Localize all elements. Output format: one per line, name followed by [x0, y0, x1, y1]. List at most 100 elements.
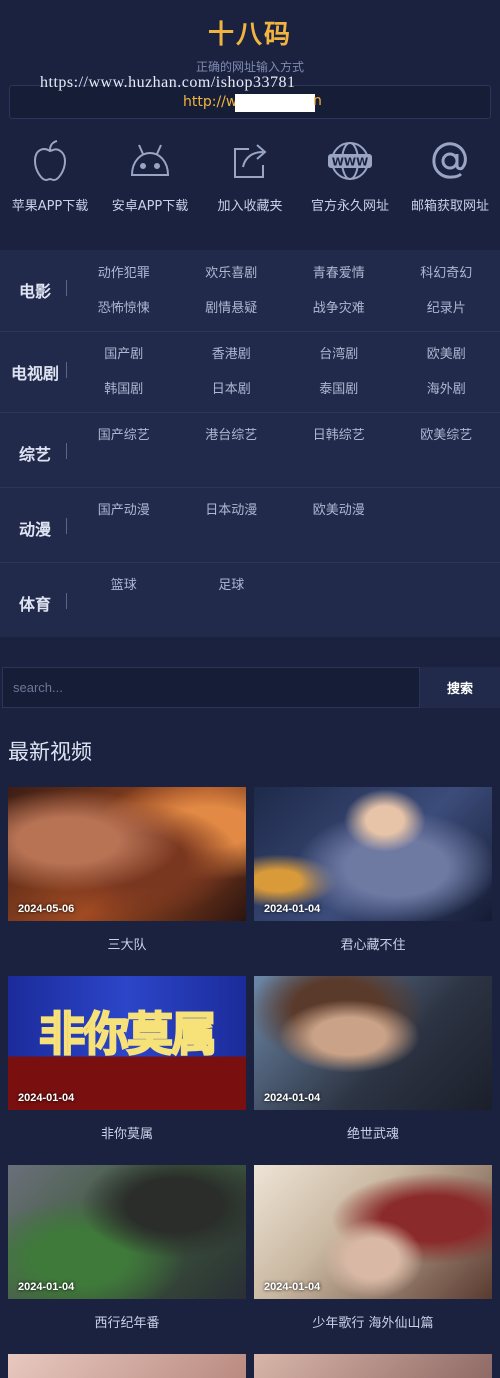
category-name[interactable]: 电视剧: [0, 360, 70, 384]
category-name[interactable]: 综艺: [0, 441, 70, 465]
video-card[interactable]: [8, 1354, 246, 1378]
section-title: 最新视频: [8, 740, 92, 764]
category-link[interactable]: 泰国剧: [285, 372, 393, 407]
category-items: 国产综艺 港台综艺 日韩综艺 欧美综艺: [70, 418, 500, 453]
category-row-movie: 电影 动作犯罪 欢乐喜剧 青春爱情 科幻奇幻 恐怖惊悚 剧情悬疑 战争灾难 纪录…: [0, 250, 500, 332]
video-card[interactable]: 2024-05-06 三大队: [8, 787, 246, 953]
video-date: 2024-01-04: [264, 903, 321, 915]
shortcut-label: 安卓APP下载: [111, 199, 189, 214]
category-row-variety: 综艺 国产综艺 港台综艺 日韩综艺 欧美综艺: [0, 413, 500, 488]
video-card[interactable]: 2024-01-04 少年歌行 海外仙山篇: [254, 1165, 492, 1331]
watermark: https://www.huzhan.com/ishop33781: [40, 74, 296, 91]
category-panel: 电影 动作犯罪 欢乐喜剧 青春爱情 科幻奇幻 恐怖惊悚 剧情悬疑 战争灾难 纪录…: [0, 250, 500, 637]
video-thumbnail[interactable]: 非你莫属 2024-01-04: [8, 976, 246, 1110]
category-name[interactable]: 动漫: [0, 516, 70, 540]
category-link[interactable]: 青春爱情: [285, 256, 393, 291]
category-link[interactable]: 欧美剧: [393, 337, 500, 372]
category-link[interactable]: 台湾剧: [285, 337, 393, 372]
shortcut-bookmark[interactable]: 加入收藏夹: [200, 135, 300, 225]
video-thumbnail[interactable]: [8, 1354, 246, 1378]
video-thumbnail[interactable]: 2024-05-06: [8, 787, 246, 921]
video-title[interactable]: 西行纪年番: [8, 1312, 246, 1331]
category-name[interactable]: 体育: [0, 591, 70, 615]
video-card[interactable]: 2024-01-04 西行纪年番: [8, 1165, 246, 1331]
url-redaction: [235, 94, 315, 112]
header: 十八码 正确的网址输入方式 http://w n https://www.huz…: [0, 0, 500, 125]
divider: [66, 518, 67, 534]
video-card[interactable]: 2024-01-04 君心藏不住: [254, 787, 492, 953]
category-link[interactable]: 日本剧: [178, 372, 286, 407]
shortcut-apple-download[interactable]: 苹果APP下载: [0, 135, 100, 225]
www-globe-icon: WWW: [300, 135, 400, 187]
category-items: 篮球 足球: [70, 568, 500, 603]
category-link[interactable]: 足球: [178, 568, 286, 603]
category-items: 国产动漫 日本动漫 欧美动漫: [70, 493, 500, 528]
video-card[interactable]: [254, 1354, 492, 1378]
category-link[interactable]: 动作犯罪: [70, 256, 178, 291]
divider: [66, 443, 67, 459]
poster-lettering: 非你莫属: [38, 1006, 218, 1062]
category-link[interactable]: 海外剧: [393, 372, 500, 407]
video-title[interactable]: 非你莫属: [8, 1123, 246, 1142]
category-link[interactable]: 纪录片: [393, 291, 500, 326]
video-thumbnail[interactable]: 2024-01-04: [254, 1165, 492, 1299]
url-text[interactable]: http://w: [183, 94, 237, 110]
svg-text:WWW: WWW: [332, 156, 368, 169]
video-thumbnail[interactable]: [254, 1354, 492, 1378]
shortcut-official-url[interactable]: WWW 官方永久网址: [300, 135, 400, 225]
video-title[interactable]: 绝世武魂: [254, 1123, 492, 1142]
site-title[interactable]: 十八码: [0, 14, 500, 51]
video-thumbnail[interactable]: 2024-01-04: [254, 976, 492, 1110]
category-row-tv: 电视剧 国产剧 香港剧 台湾剧 欧美剧 韩国剧 日本剧 泰国剧 海外剧: [0, 332, 500, 413]
video-card[interactable]: 非你莫属 2024-01-04 非你莫属: [8, 976, 246, 1142]
android-icon: [100, 135, 200, 187]
shortcut-bar: 苹果APP下载 安卓APP下载 加入收藏夹 WWW 官方永久网址 邮箱获取网址: [0, 135, 500, 225]
divider: [66, 362, 67, 378]
shortcut-label: 苹果APP下载: [11, 199, 89, 214]
category-link[interactable]: 香港剧: [178, 337, 286, 372]
category-name[interactable]: 电影: [0, 278, 70, 302]
shortcut-android-download[interactable]: 安卓APP下载: [100, 135, 200, 225]
search-button[interactable]: 搜索: [420, 667, 500, 708]
video-title[interactable]: 三大队: [8, 934, 246, 953]
category-link[interactable]: 国产动漫: [70, 493, 178, 528]
category-link[interactable]: 国产剧: [70, 337, 178, 372]
video-date: 2024-01-04: [264, 1281, 321, 1293]
category-row-anime: 动漫 国产动漫 日本动漫 欧美动漫: [0, 488, 500, 563]
at-icon: [400, 135, 500, 187]
shortcut-label: 官方永久网址: [310, 199, 389, 214]
video-date: 2024-05-06: [18, 903, 75, 915]
video-date: 2024-01-04: [264, 1092, 321, 1104]
category-link[interactable]: 篮球: [70, 568, 178, 603]
search-input[interactable]: [2, 667, 420, 708]
share-icon: [200, 135, 300, 187]
video-title[interactable]: 少年歌行 海外仙山篇: [254, 1312, 492, 1331]
category-link[interactable]: 日韩综艺: [285, 418, 393, 453]
video-thumbnail[interactable]: 2024-01-04: [254, 787, 492, 921]
category-link[interactable]: 科幻奇幻: [393, 256, 500, 291]
category-link[interactable]: 港台综艺: [178, 418, 286, 453]
video-card[interactable]: 2024-01-04 绝世武魂: [254, 976, 492, 1142]
category-link[interactable]: 欧美综艺: [393, 418, 500, 453]
video-date: 2024-01-04: [18, 1092, 75, 1104]
category-items: 动作犯罪 欢乐喜剧 青春爱情 科幻奇幻 恐怖惊悚 剧情悬疑 战争灾难 纪录片: [70, 256, 500, 326]
video-title[interactable]: 君心藏不住: [254, 934, 492, 953]
apple-icon: [0, 135, 100, 187]
category-row-sports: 体育 篮球 足球: [0, 563, 500, 637]
video-thumbnail[interactable]: 2024-01-04: [8, 1165, 246, 1299]
category-link[interactable]: 欧美动漫: [285, 493, 393, 528]
category-link[interactable]: 日本动漫: [178, 493, 286, 528]
category-link[interactable]: 剧情悬疑: [178, 291, 286, 326]
url-hint: 正确的网址输入方式: [195, 60, 304, 74]
category-link[interactable]: 国产综艺: [70, 418, 178, 453]
category-link[interactable]: 欢乐喜剧: [178, 256, 286, 291]
divider: [66, 280, 67, 296]
category-link[interactable]: 战争灾难: [285, 291, 393, 326]
shortcut-label: 邮箱获取网址: [410, 199, 489, 214]
divider: [66, 593, 67, 609]
shortcut-email-url[interactable]: 邮箱获取网址: [400, 135, 500, 225]
search-bar: 搜索: [2, 667, 500, 708]
category-items: 国产剧 香港剧 台湾剧 欧美剧 韩国剧 日本剧 泰国剧 海外剧: [70, 337, 500, 407]
category-link[interactable]: 韩国剧: [70, 372, 178, 407]
category-link[interactable]: 恐怖惊悚: [70, 291, 178, 326]
